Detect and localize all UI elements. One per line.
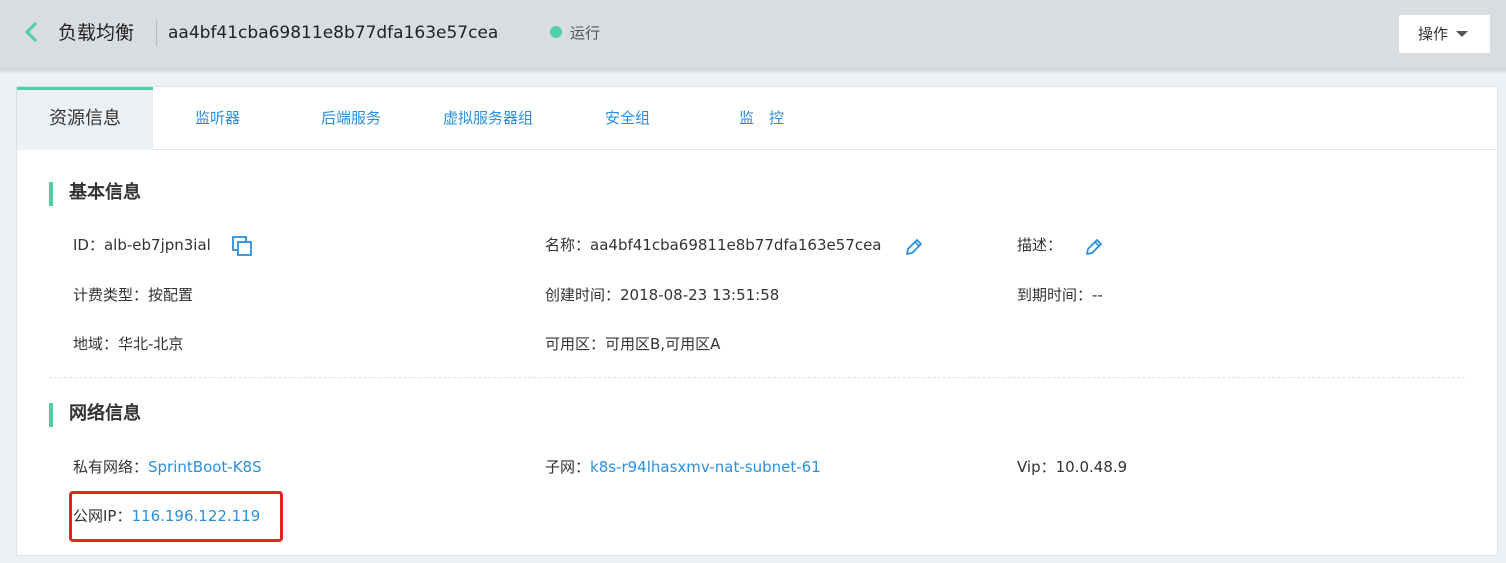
- tab-backend-services[interactable]: 后端服务: [321, 87, 381, 150]
- field-id-label: ID：: [73, 236, 104, 254]
- status-text: 运行: [570, 24, 601, 42]
- field-created-value: 2018-08-23 13:51:58: [620, 286, 780, 304]
- field-subnet: 子网：k8s-r94lhasxmv-nat-subnet-61: [545, 456, 821, 478]
- title-separator: [156, 20, 157, 46]
- page-title: 负载均衡: [58, 22, 135, 44]
- status-dot-icon: [550, 26, 562, 38]
- field-billing-type: 计费类型：按配置: [73, 284, 193, 306]
- operations-dropdown-button[interactable]: 操作: [1398, 14, 1491, 54]
- back-chevron-icon[interactable]: [20, 20, 44, 44]
- field-availability-zone: 可用区：可用区B,可用区A: [545, 333, 720, 355]
- edit-description-pencil-icon[interactable]: [1083, 236, 1105, 258]
- section-title-basic: 基本信息: [69, 182, 141, 203]
- field-created-label: 创建时间：: [545, 286, 621, 304]
- field-vpc: 私有网络：SprintBoot-K8S: [73, 456, 262, 478]
- tab-listeners[interactable]: 监听器: [195, 87, 240, 150]
- field-name-label: 名称：: [545, 236, 591, 254]
- field-region-value: 华北-北京: [118, 335, 184, 353]
- field-az-label: 可用区：: [545, 335, 606, 353]
- edit-name-pencil-icon[interactable]: [903, 236, 925, 258]
- field-billing-value: 按配置: [148, 286, 194, 304]
- section-accent-bar: [49, 182, 53, 206]
- tab-virtual-server-groups[interactable]: 虚拟服务器组: [443, 87, 533, 150]
- detail-panel: 资源信息 监听器 后端服务 虚拟服务器组 安全组 监 控 基本信息 ID：alb…: [16, 86, 1498, 556]
- field-az-value: 可用区B,可用区A: [605, 335, 721, 353]
- tab-security-groups[interactable]: 安全组: [605, 87, 650, 150]
- field-id-value: alb-eb7jpn3ial: [103, 236, 211, 254]
- field-created-time: 创建时间：2018-08-23 13:51:58: [545, 284, 779, 306]
- field-region: 地域：华北-北京: [73, 333, 183, 355]
- header-bar: 负载均衡 aa4bf41cba69811e8b77dfa163e57cea 运行…: [0, 0, 1506, 68]
- field-description-label: 描述：: [1017, 236, 1063, 254]
- tab-resource-info[interactable]: 资源信息: [17, 87, 153, 150]
- copy-icon[interactable]: [231, 235, 253, 257]
- field-expire-label: 到期时间：: [1017, 286, 1093, 304]
- field-subnet-label: 子网：: [545, 458, 591, 476]
- public-ip-highlight-box: [69, 491, 283, 542]
- field-vip: Vip：10.0.48.9: [1017, 456, 1127, 478]
- vpc-link[interactable]: SprintBoot-K8S: [148, 458, 262, 476]
- field-expire-time: 到期时间：--: [1017, 284, 1103, 306]
- field-expire-value: --: [1092, 286, 1103, 304]
- operations-label: 操作: [1418, 25, 1449, 43]
- field-name-value: aa4bf41cba69811e8b77dfa163e57cea: [590, 236, 882, 254]
- field-vip-value: 10.0.48.9: [1055, 458, 1128, 476]
- field-region-label: 地域：: [73, 335, 119, 353]
- load-balancer-id: aa4bf41cba69811e8b77dfa163e57cea: [168, 23, 499, 43]
- section-title-network: 网络信息: [69, 403, 141, 424]
- tab-monitoring[interactable]: 监 控: [739, 87, 784, 150]
- section-accent-bar: [49, 403, 53, 427]
- field-name: 名称：aa4bf41cba69811e8b77dfa163e57cea: [545, 234, 882, 256]
- field-billing-label: 计费类型：: [73, 286, 149, 304]
- header-shadow: [0, 68, 1506, 74]
- subnet-link[interactable]: k8s-r94lhasxmv-nat-subnet-61: [590, 458, 821, 476]
- tab-bar: 资源信息 监听器 后端服务 虚拟服务器组 安全组 监 控: [17, 87, 1497, 150]
- field-id: ID：alb-eb7jpn3ial: [73, 234, 211, 256]
- field-vpc-label: 私有网络：: [73, 458, 149, 476]
- section-divider: [49, 377, 1465, 378]
- caret-down-icon: [1456, 31, 1468, 37]
- field-vip-label: Vip：: [1017, 458, 1056, 476]
- field-description: 描述：: [1017, 234, 1062, 256]
